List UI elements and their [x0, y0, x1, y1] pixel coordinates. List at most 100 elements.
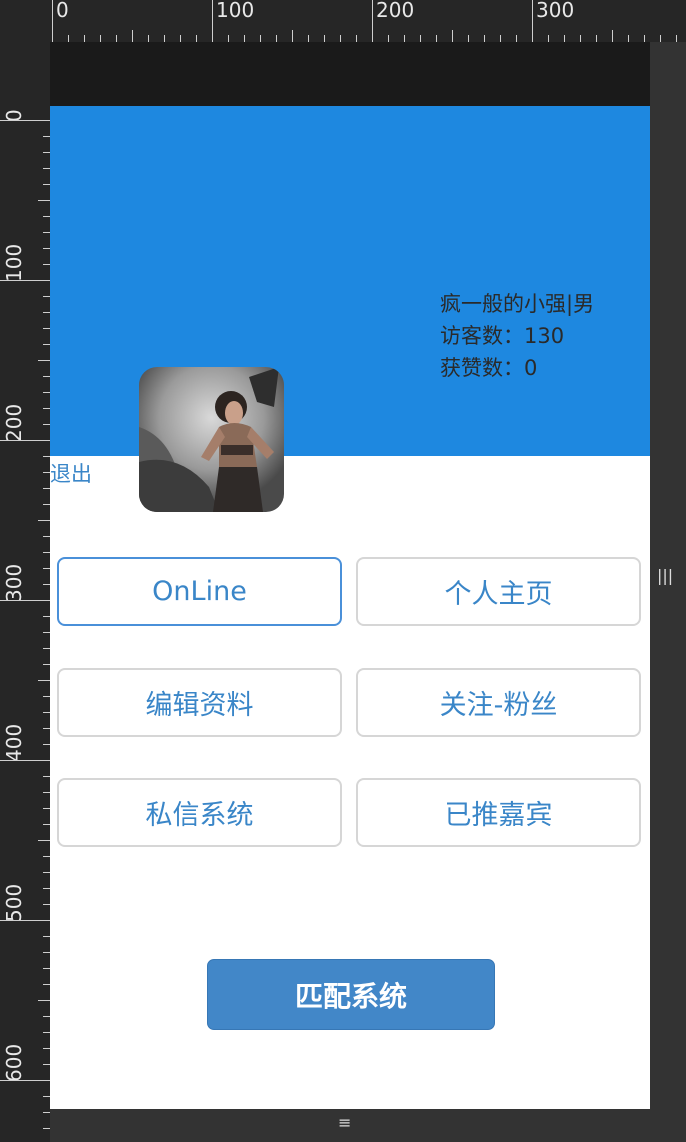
ruler-tick [43, 488, 50, 489]
ruler-tick [43, 408, 50, 409]
ruler-tick [372, 0, 373, 42]
ruler-tick [43, 1112, 50, 1113]
ruler-tick [43, 728, 50, 729]
app-screen: 疯一般的小强|男 访客数：130 获赞数：0 退出 OnLine 个人主页 编辑… [50, 106, 650, 1109]
ruler-corner [0, 0, 50, 42]
ruler-tick [43, 584, 50, 585]
resize-handle-side[interactable] [650, 42, 686, 1142]
ruler-tick [452, 30, 453, 42]
ruler-left-label: 300 [2, 563, 26, 602]
ruler-tick [43, 312, 50, 313]
ruler-tick [43, 424, 50, 425]
ruler-tick [43, 664, 50, 665]
ruler-tick [324, 35, 325, 42]
ruler-tick [43, 328, 50, 329]
ruler-tick [276, 35, 277, 42]
ruler-tick [43, 296, 50, 297]
private-message-button[interactable]: 私信系统 [57, 778, 342, 847]
ruler-tick [43, 1016, 50, 1017]
ruler-top-label: 100 [216, 0, 255, 22]
ruler-tick [38, 840, 50, 841]
ruler-tick [43, 792, 50, 793]
ruler-tick [564, 35, 565, 42]
ruler-tick [43, 232, 50, 233]
ruler-tick [43, 1128, 50, 1129]
profile-visitors: 访客数：130 [440, 324, 565, 348]
ruler-tick [43, 392, 50, 393]
ruler-tick [43, 552, 50, 553]
ruler-tick [660, 35, 661, 42]
ruler-tick [180, 35, 181, 42]
ruler-tick [0, 440, 50, 441]
ruler-tick [228, 35, 229, 42]
ruler-tick [644, 35, 645, 42]
ruler-tick [43, 264, 50, 265]
ruler-tick [43, 568, 50, 569]
homepage-button[interactable]: 个人主页 [356, 557, 641, 626]
ruler-tick [196, 35, 197, 42]
ruler-tick [43, 376, 50, 377]
follow-fans-button[interactable]: 关注-粉丝 [356, 668, 641, 737]
ruler-tick [43, 808, 50, 809]
ruler-top: 0 100 200 300 [50, 0, 686, 43]
ruler-tick [148, 35, 149, 42]
match-system-button[interactable]: 匹配系统 [207, 959, 495, 1030]
ruler-left-label: 200 [2, 403, 26, 442]
ruler-tick [356, 35, 357, 42]
ruler-tick [100, 35, 101, 42]
ruler-tick [292, 30, 293, 42]
ruler-tick [580, 35, 581, 42]
ruler-tick [43, 504, 50, 505]
profile-name-gender: 疯一般的小强|男 [440, 292, 595, 316]
ruler-tick [548, 35, 549, 42]
ruler-tick [43, 184, 50, 185]
ruler-tick [404, 35, 405, 42]
ruler-tick [43, 904, 50, 905]
ruler-tick [43, 696, 50, 697]
ruler-left-label: 600 [2, 1043, 26, 1082]
ruler-tick [260, 35, 261, 42]
ruler-tick [244, 35, 245, 42]
ruler-top-label: 300 [536, 0, 575, 22]
ruler-tick [43, 984, 50, 985]
online-button[interactable]: OnLine [57, 557, 342, 626]
ruler-tick [0, 600, 50, 601]
ruler-tick [420, 35, 421, 42]
ruler-tick [628, 35, 629, 42]
ruler-tick [43, 648, 50, 649]
ruler-tick [43, 168, 50, 169]
ruler-tick [43, 952, 50, 953]
ruler-tick [0, 280, 50, 281]
ruler-tick [0, 760, 50, 761]
ruler-tick [43, 744, 50, 745]
ruler-tick [116, 35, 117, 42]
avatar[interactable] [139, 367, 284, 512]
ruler-tick [43, 936, 50, 937]
logout-link[interactable]: 退出 [50, 458, 92, 488]
ruler-tick [596, 35, 597, 42]
ruler-tick [43, 1048, 50, 1049]
ruler-tick [43, 536, 50, 537]
profile-info: 疯一般的小强|男 访客数：130 获赞数：0 [440, 288, 594, 384]
ruler-tick [43, 968, 50, 969]
ruler-tick [38, 360, 50, 361]
ruler-tick [484, 35, 485, 42]
ruler-tick [212, 0, 213, 42]
ruler-tick [43, 152, 50, 153]
edit-profile-button[interactable]: 编辑资料 [57, 668, 342, 737]
ruler-tick [43, 248, 50, 249]
ruler-tick [43, 472, 50, 473]
ruler-left-label: 400 [2, 723, 26, 762]
side-grip-icon[interactable]: ||| [657, 566, 673, 588]
ruler-tick [500, 35, 501, 42]
ruler-tick [43, 776, 50, 777]
ruler-tick [0, 920, 50, 921]
ruler-tick [132, 30, 133, 42]
ruler-tick [43, 456, 50, 457]
ruler-tick [43, 136, 50, 137]
ruler-tick [43, 824, 50, 825]
ruler-tick [0, 1080, 50, 1081]
ruler-tick [38, 520, 50, 521]
recommended-guests-button[interactable]: 已推嘉宾 [356, 778, 641, 847]
bottom-grip-icon[interactable]: ≡ [338, 1113, 351, 1132]
